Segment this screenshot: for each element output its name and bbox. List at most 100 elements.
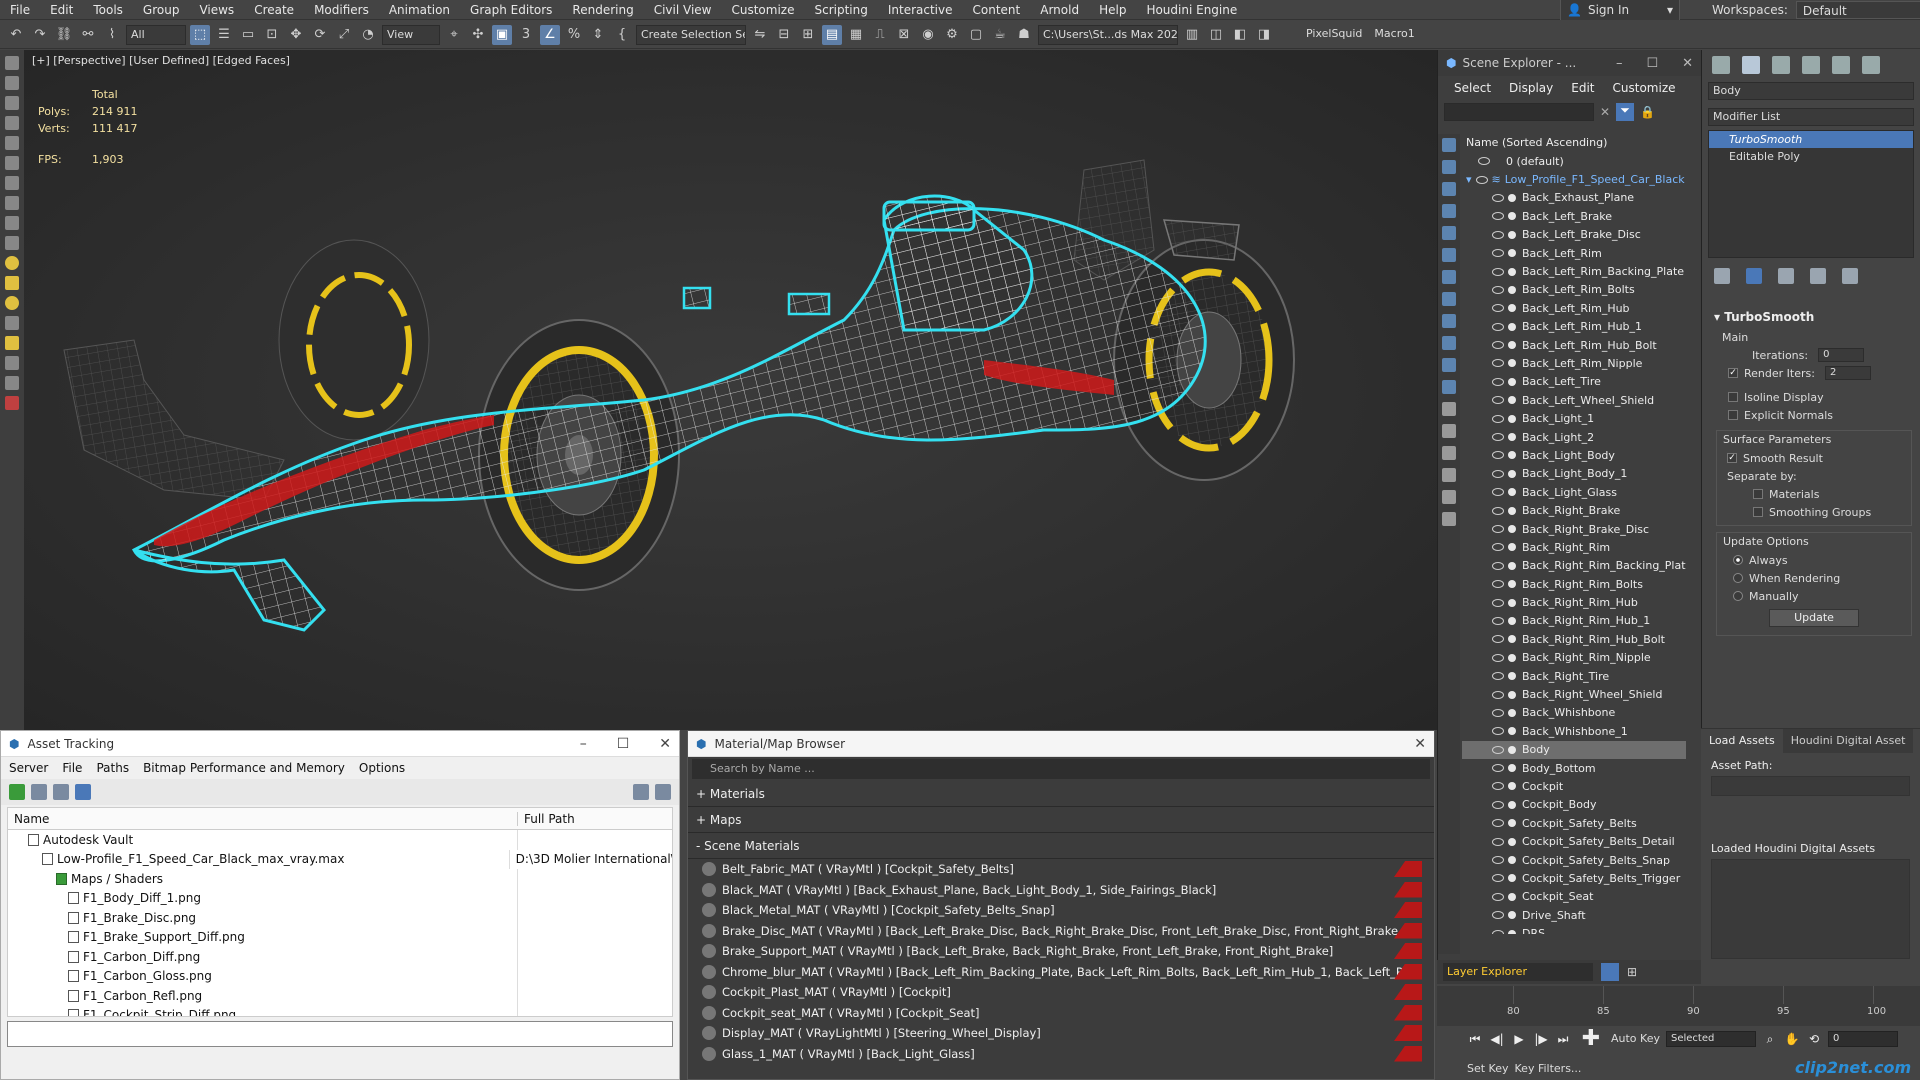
group-node[interactable]: ▾ ≋ Low_Profile_F1_Speed_Car_Black: [1462, 170, 1686, 188]
menu-content[interactable]: Content: [963, 0, 1031, 20]
torus-tool-icon[interactable]: [5, 296, 19, 310]
display-lights-icon[interactable]: [1442, 182, 1456, 196]
sign-in-button[interactable]: 👤 Sign In ▾: [1560, 0, 1680, 20]
eye-icon[interactable]: [1492, 396, 1504, 405]
display-shapes-icon[interactable]: [1442, 160, 1456, 174]
lasso-tool-icon[interactable]: [5, 76, 19, 90]
link-icon[interactable]: ⛓: [54, 25, 74, 45]
expand-arrow-icon[interactable]: ▾: [1466, 173, 1472, 186]
hierarchy-toggle-icon[interactable]: ⊞: [1627, 965, 1637, 979]
modify-tab-icon[interactable]: [1742, 56, 1760, 74]
menu-modifiers[interactable]: Modifiers: [304, 0, 379, 20]
scene-object-node[interactable]: Back_Right_Brake: [1462, 501, 1686, 519]
menu-animation[interactable]: Animation: [379, 0, 460, 20]
make-unique-icon[interactable]: [1778, 268, 1794, 284]
curve-editor-icon[interactable]: ⎍: [870, 25, 890, 45]
display-tab-icon[interactable]: [1832, 56, 1850, 74]
scene-object-node[interactable]: Back_Right_Rim_Hub_Bolt: [1462, 630, 1686, 648]
menu-group[interactable]: Group: [133, 0, 190, 20]
eye-icon[interactable]: [1492, 230, 1504, 239]
display-geometry-icon[interactable]: [1442, 138, 1456, 152]
smoothing-groups-checkbox[interactable]: [1753, 507, 1763, 517]
display-bones-icon[interactable]: [1442, 314, 1456, 328]
scene-menu-display[interactable]: Display: [1509, 81, 1553, 95]
project-folder-icon[interactable]: ▥: [1182, 25, 1202, 45]
eye-icon[interactable]: [1492, 764, 1504, 773]
auto-key-button[interactable]: Auto Key: [1611, 1032, 1660, 1045]
display-space-warps-icon[interactable]: [1442, 248, 1456, 262]
eye-icon[interactable]: [1478, 157, 1490, 166]
eye-icon[interactable]: [1492, 856, 1504, 865]
filter-funnel-2-icon[interactable]: [1442, 490, 1456, 504]
column-full-path[interactable]: Full Path: [518, 812, 575, 826]
material-row[interactable]: Display_MAT ( VRayLightMtl ) [Steering_W…: [688, 1023, 1434, 1044]
menu-views[interactable]: Views: [189, 0, 244, 20]
rotate-icon[interactable]: ⟳: [310, 25, 330, 45]
display-all-icon[interactable]: [1442, 402, 1456, 416]
unlink-icon[interactable]: ⚯: [78, 25, 98, 45]
scene-object-node[interactable]: Cockpit_Body: [1462, 796, 1686, 814]
set-key-plus-icon[interactable]: ✚: [1577, 1027, 1605, 1049]
scene-tree-header[interactable]: Name (Sorted Ascending): [1462, 134, 1686, 152]
scene-object-node[interactable]: Body_Bottom: [1462, 759, 1686, 777]
isoline-checkbox[interactable]: [1728, 392, 1738, 402]
project-path-select[interactable]: C:\Users\St...ds Max 202(: [1038, 24, 1178, 45]
named-selection-select[interactable]: Create Selection Se: [636, 24, 746, 45]
configure-sets-icon[interactable]: [1842, 268, 1858, 284]
help-context-icon[interactable]: [655, 784, 671, 800]
asset-path-field[interactable]: [1711, 776, 1910, 796]
iterations-spinner[interactable]: 0: [1818, 348, 1865, 362]
menu-help[interactable]: Help: [1089, 0, 1136, 20]
loaded-assets-list[interactable]: [1711, 859, 1910, 959]
scene-search-input[interactable]: [1444, 103, 1594, 121]
asset-menu-options[interactable]: Options: [359, 761, 405, 775]
scene-object-node[interactable]: Back_Left_Rim_Backing_Plate: [1462, 262, 1686, 280]
close-icon[interactable]: ✕: [1682, 56, 1693, 71]
scene-object-node[interactable]: Back_Left_Rim_Nipple: [1462, 354, 1686, 372]
space-warp-tool-icon[interactable]: [5, 376, 19, 390]
spinner-snap-icon[interactable]: ⇕: [588, 25, 608, 45]
scene-object-node[interactable]: Back_Right_Brake_Disc: [1462, 520, 1686, 538]
camera-tool-icon[interactable]: [5, 216, 19, 230]
eye-icon[interactable]: [1492, 874, 1504, 883]
stack-item-editable-poly[interactable]: Editable Poly: [1709, 148, 1913, 165]
scene-object-node[interactable]: Body: [1462, 740, 1686, 759]
orbit-icon[interactable]: ⟲: [1806, 1031, 1822, 1047]
column-name[interactable]: Name: [8, 811, 518, 826]
when-rendering-radio[interactable]: [1733, 573, 1743, 583]
select-by-name-icon[interactable]: ☰: [214, 25, 234, 45]
asset-menu-file[interactable]: File: [62, 761, 82, 775]
scene-object-node[interactable]: Back_Left_Tire: [1462, 373, 1686, 391]
layers-icon[interactable]: ◫: [1206, 25, 1226, 45]
material-editor-icon[interactable]: ◉: [918, 25, 938, 45]
explicit-normals-checkbox[interactable]: [1728, 410, 1738, 420]
menu-create[interactable]: Create: [244, 0, 304, 20]
menu-houdini-engine[interactable]: Houdini Engine: [1136, 0, 1247, 20]
rect-selection-icon[interactable]: ▭: [238, 25, 258, 45]
eye-icon[interactable]: [1492, 635, 1504, 644]
zoom-icon[interactable]: ⌕: [1762, 1031, 1778, 1047]
scene-object-node[interactable]: Back_Right_Rim_Backing_Plate: [1462, 557, 1686, 575]
current-frame-field[interactable]: 0: [1827, 1030, 1898, 1047]
scene-object-node[interactable]: Cockpit_Safety_Belts_Snap: [1462, 851, 1686, 869]
scene-object-node[interactable]: Back_Left_Wheel_Shield: [1462, 391, 1686, 409]
angle-snap-icon[interactable]: ∠: [540, 24, 560, 45]
material-row[interactable]: Glass_1_MAT ( VRayMtl ) [Back_Light_Glas…: [688, 1044, 1434, 1065]
light-tool-icon[interactable]: [5, 196, 19, 210]
clear-icon[interactable]: ✕: [1600, 105, 1610, 119]
macro1-button[interactable]: Macro1: [1370, 25, 1418, 45]
scene-object-node[interactable]: Back_Right_Rim_Bolts: [1462, 575, 1686, 593]
asset-row[interactable]: Maps / Shaders: [8, 869, 672, 889]
keyboard-shortcut-icon[interactable]: ▣: [492, 24, 512, 45]
move-icon[interactable]: ✥: [286, 25, 306, 45]
create-tab-icon[interactable]: [1712, 56, 1730, 74]
sphere-tool-icon[interactable]: [5, 256, 19, 270]
scene-menu-select[interactable]: Select: [1454, 81, 1491, 95]
selected-set-select[interactable]: Selected: [1665, 1030, 1756, 1047]
list-view-icon[interactable]: [31, 784, 47, 800]
eye-icon[interactable]: [1492, 506, 1504, 515]
eye-icon[interactable]: [1492, 212, 1504, 221]
sun-tool-icon[interactable]: [5, 336, 19, 350]
scene-object-node[interactable]: Drive_Shaft: [1462, 906, 1686, 924]
display-invert-icon[interactable]: [1442, 446, 1456, 460]
